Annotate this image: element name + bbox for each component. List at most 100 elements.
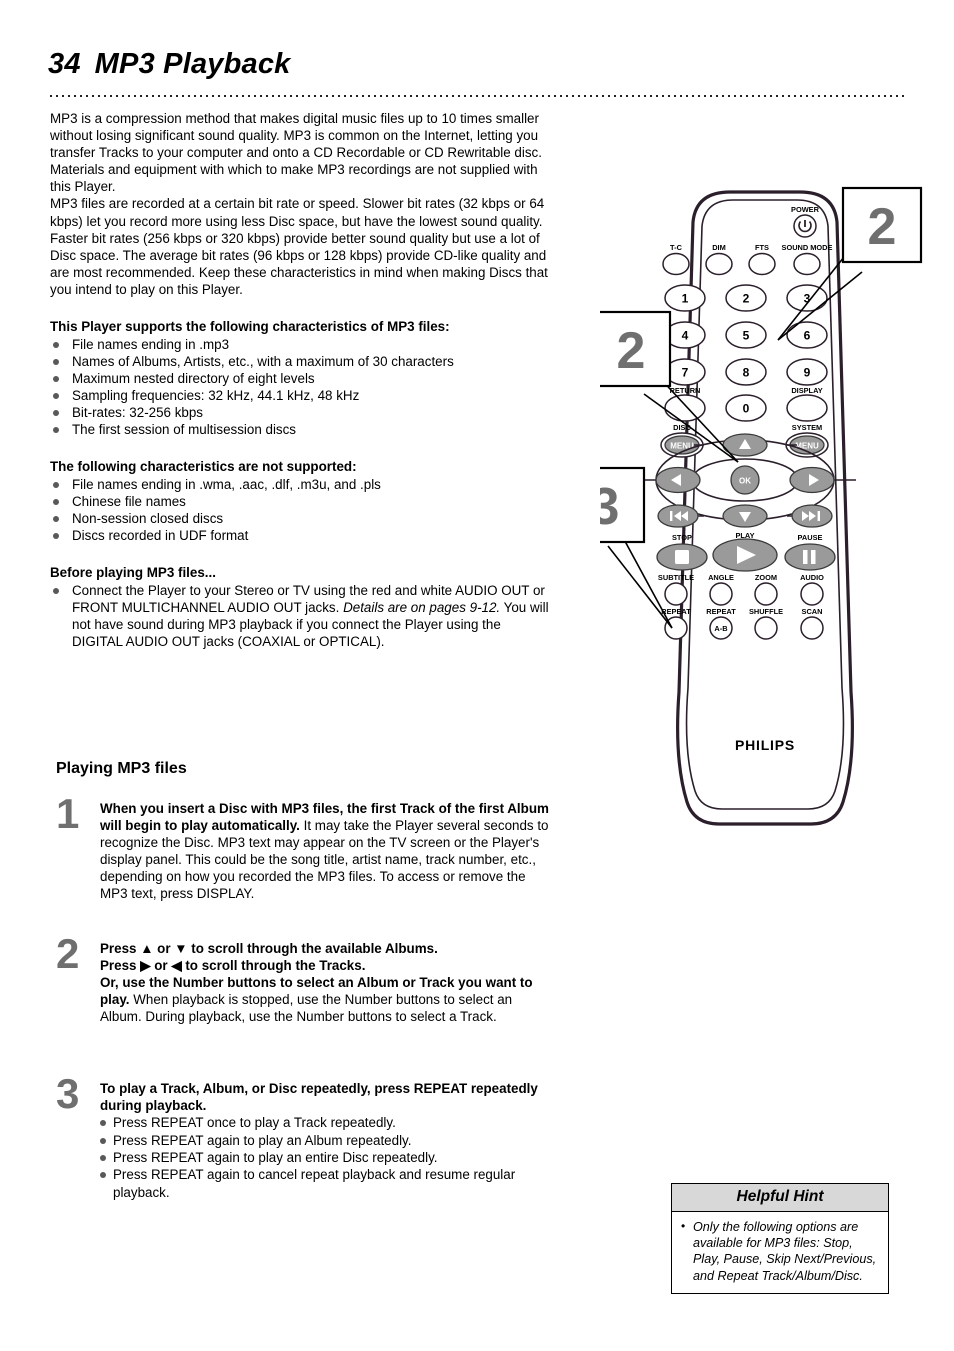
remote-control-illustration: .obody { fill:#fff; stroke:#2a1f2b; stro… xyxy=(600,180,930,830)
helpful-hint-body: Only the following options are available… xyxy=(672,1212,888,1293)
svg-text:9: 9 xyxy=(804,366,811,380)
scan-button[interactable] xyxy=(800,616,824,640)
shuffle-button[interactable] xyxy=(754,616,778,640)
helpful-hint-box: Helpful Hint Only the following options … xyxy=(671,1183,889,1294)
list-item: Press REPEAT once to play a Track repeat… xyxy=(100,1114,550,1131)
intro-paragraph-2: MP3 files are recorded at a certain bit … xyxy=(50,196,548,297)
fts-label: FTS xyxy=(755,243,769,252)
list-item: Press REPEAT again to play an entire Dis… xyxy=(100,1149,550,1166)
svg-text:2: 2 xyxy=(868,198,897,256)
before-playing-list: Connect the Player to your Stereo or TV … xyxy=(50,582,550,650)
angle-label: ANGLE xyxy=(708,573,734,582)
shuffle-label: SHUFFLE xyxy=(749,607,783,616)
stop-label: STOP xyxy=(672,533,692,542)
list-item: Sampling frequencies: 32 kHz, 44.1 kHz, … xyxy=(50,387,550,404)
step-3-number: 3 xyxy=(56,1070,80,1117)
zoom-button[interactable] xyxy=(754,582,778,606)
step-2-body: Press ▲ or ▼ to scroll through the avail… xyxy=(100,940,550,1025)
main-text-column: MP3 is a compression method that makes d… xyxy=(50,110,550,650)
helpful-hint-list: Only the following options are available… xyxy=(679,1218,879,1284)
svg-text:8: 8 xyxy=(743,366,750,380)
step-2: 2 Press ▲ or ▼ to scroll through the ava… xyxy=(50,933,550,1025)
page-title-text: MP3 Playback xyxy=(94,48,291,80)
sound-mode-label: SOUND MODE xyxy=(782,243,833,252)
step-2-number: 2 xyxy=(56,930,80,977)
pause-label: PAUSE xyxy=(798,533,823,542)
dim-label: DIM xyxy=(712,243,726,252)
disc-label: DISC xyxy=(673,423,691,432)
stop-icon xyxy=(675,550,689,564)
list-item: Press REPEAT again to play an Album repe… xyxy=(100,1132,550,1149)
svg-text:0: 0 xyxy=(743,402,750,416)
step-2-bold-line-1: Press ▲ or ▼ to scroll through the avail… xyxy=(100,941,438,956)
intro-paragraph-1: MP3 is a compression method that makes d… xyxy=(50,111,542,195)
list-item: Only the following options are available… xyxy=(679,1218,879,1284)
philips-brand-logo: PHILIPS xyxy=(735,737,795,753)
list-item: Discs recorded in UDF format xyxy=(50,527,550,544)
supported-heading: This Player supports the following chara… xyxy=(50,319,450,335)
step-3: 3 To play a Track, Album, or Disc repeat… xyxy=(50,1073,550,1201)
callout-3-lower-left: 3 xyxy=(600,466,646,544)
list-item: Non-session closed discs xyxy=(50,510,550,527)
step-2-rest: When playback is stopped, use the Number… xyxy=(100,992,513,1025)
repeat-ab-label-top: REPEAT xyxy=(706,607,736,616)
pause-button[interactable] xyxy=(784,543,836,571)
list-item: File names ending in .wma, .aac, .dlf, .… xyxy=(50,476,550,493)
tc-button[interactable] xyxy=(662,252,690,276)
page-number: 34 xyxy=(48,48,81,80)
subtitle-label: SUBTITLE xyxy=(658,573,694,582)
step-1: 1 When you insert a Disc with MP3 files,… xyxy=(50,793,550,903)
svg-text:4: 4 xyxy=(682,329,689,343)
display-button[interactable] xyxy=(786,394,828,422)
helpful-hint-title: Helpful Hint xyxy=(672,1184,888,1212)
supported-list: File names ending in .mp3 Names of Album… xyxy=(50,336,550,439)
svg-text:2: 2 xyxy=(617,322,646,380)
zoom-label: ZOOM xyxy=(755,573,777,582)
svg-text:2: 2 xyxy=(743,292,750,306)
page-title: 34 MP3 Playback xyxy=(48,48,908,81)
repeat-label: REPEAT xyxy=(661,607,691,616)
sound-mode-button[interactable] xyxy=(793,252,821,276)
step-1-number: 1 xyxy=(56,790,80,837)
return-button[interactable] xyxy=(664,394,706,422)
callout-2-top-right: 2 xyxy=(841,186,923,264)
not-supported-heading: The following characteristics are not su… xyxy=(50,459,357,475)
audio-button[interactable] xyxy=(800,582,824,606)
not-supported-list: File names ending in .wma, .aac, .dlf, .… xyxy=(50,476,550,544)
subtitle-button[interactable] xyxy=(664,582,688,606)
angle-button[interactable] xyxy=(709,582,733,606)
power-label: POWER xyxy=(791,205,820,214)
audio-label: AUDIO xyxy=(800,573,824,582)
step-1-body: When you insert a Disc with MP3 files, t… xyxy=(100,800,550,903)
header-dotted-divider xyxy=(48,93,904,97)
tc-label: T-C xyxy=(670,243,683,252)
playing-section-heading: Playing MP3 files xyxy=(56,760,187,777)
fts-button[interactable] xyxy=(748,252,776,276)
svg-text:6: 6 xyxy=(804,329,811,343)
list-item: Chinese file names xyxy=(50,493,550,510)
svg-text:1: 1 xyxy=(682,292,689,306)
before-playing-heading: Before playing MP3 files... xyxy=(50,565,216,581)
system-label: SYSTEM xyxy=(792,423,822,432)
svg-text:7: 7 xyxy=(682,366,689,380)
svg-text:5: 5 xyxy=(743,329,750,343)
callout-2-mid-left: 2 xyxy=(600,310,672,388)
repeat-ab-label: A-B xyxy=(714,624,727,633)
list-item: Connect the Player to your Stereo or TV … xyxy=(50,582,550,650)
ok-label: OK xyxy=(739,477,751,486)
step-2-bold-line-2: Press ▶ or ◀ to scroll through the Track… xyxy=(100,958,366,974)
list-item: File names ending in .mp3 xyxy=(50,336,550,353)
list-item: Press REPEAT again to cancel repeat play… xyxy=(100,1166,550,1201)
step-3-body: To play a Track, Album, or Disc repeated… xyxy=(100,1080,550,1201)
svg-text:3: 3 xyxy=(600,478,619,536)
display-label: DISPLAY xyxy=(791,386,822,395)
system-menu-label: MENU xyxy=(795,442,819,451)
dim-button[interactable] xyxy=(705,252,733,276)
before-playing-reference: Details are on pages 9-12. xyxy=(343,599,501,615)
step-3-bold: To play a Track, Album, or Disc repeated… xyxy=(100,1081,538,1114)
list-item: Maximum nested directory of eight levels xyxy=(50,370,550,387)
list-item: Names of Albums, Artists, etc., with a m… xyxy=(50,353,550,370)
list-item: The first session of multisession discs xyxy=(50,421,550,438)
page-header: 34 MP3 Playback xyxy=(48,48,908,81)
step-3-bullet-list: Press REPEAT once to play a Track repeat… xyxy=(100,1114,550,1201)
